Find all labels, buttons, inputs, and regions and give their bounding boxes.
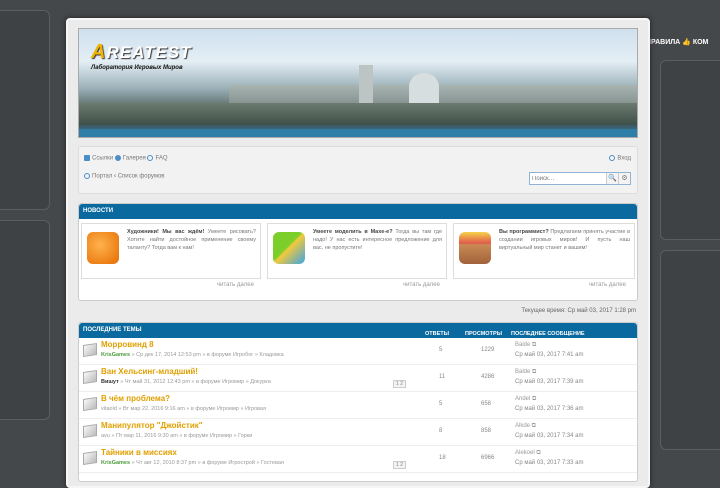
- topic-meta: KrisGames » Чт авг 12, 2010 8:37 pm » в …: [101, 460, 284, 466]
- views-count: 4286: [481, 374, 495, 380]
- rules-link[interactable]: ПРАВИЛА: [646, 39, 680, 46]
- news-title: НОВОСТИ: [79, 204, 637, 219]
- views-count: 858: [481, 428, 492, 434]
- topic-icon: [83, 343, 97, 357]
- login-icon: [609, 155, 616, 161]
- topic-row: В чём проблема? vitaold » Вт мар 22, 201…: [79, 392, 637, 419]
- topic-title[interactable]: В чём проблема?: [101, 394, 170, 403]
- topic-title[interactable]: Ван Хельсинг-младший!: [101, 367, 198, 376]
- last-post-user[interactable]: Alekoel ⧉: [515, 450, 541, 457]
- topic-meta: Вишут » Чт май 31, 2012 12:43 pm » в фор…: [101, 379, 271, 385]
- news-item: Художники! Мы вас ждём! Умеете рисовать?…: [81, 223, 261, 279]
- topic-pagination[interactable]: 1 2: [393, 380, 406, 388]
- topic-row: Тайники в миссиях KrisGames » Чт авг 12,…: [79, 446, 637, 473]
- thumbs-up-icon: 👍: [682, 39, 691, 46]
- news-item: Умеете моделить в Maxe-е? Тогда вы там г…: [267, 223, 447, 279]
- replies-count: 11: [439, 374, 446, 380]
- last-post-date: Ср май 03, 2017 7:36 am: [515, 406, 584, 412]
- topic-title[interactable]: Манипулятор "Джойстик": [101, 421, 203, 430]
- nav-links[interactable]: Ссылки: [92, 156, 113, 162]
- views-count: 1229: [481, 347, 495, 353]
- replies-count: 18: [439, 455, 446, 461]
- topic-row: Ван Хельсинг-младший! Вишут » Чт май 31,…: [79, 365, 637, 392]
- topic-author[interactable]: KrisGames: [101, 460, 130, 466]
- navbar: Ссылки Галерея FAQ Вход Портал ‹ Список …: [78, 146, 638, 194]
- replies-count: 5: [439, 401, 443, 407]
- views-count: 6966: [481, 455, 495, 461]
- site-logo[interactable]: AREATEST: [91, 41, 192, 64]
- gallery-icon: [114, 155, 121, 161]
- advanced-search-gear-icon[interactable]: ⚙: [618, 173, 630, 184]
- search-box: 🔍 ⚙: [529, 172, 631, 185]
- topic-author[interactable]: KrisGames: [101, 352, 130, 358]
- topic-title[interactable]: Морровинд 8: [101, 340, 154, 349]
- last-post-user[interactable]: Alkde ⧉: [515, 423, 536, 430]
- last-post-date: Ср май 03, 2017 7:39 am: [515, 379, 584, 385]
- topic-meta: KrisGames » Ср дек 17, 2014 12:53 pm » в…: [101, 352, 284, 358]
- topic-row: Манипулятор "Джойстик" avu » Пт мар 11, …: [79, 419, 637, 446]
- nav-gallery[interactable]: Галерея: [123, 156, 146, 162]
- cubes-icon: [273, 232, 305, 264]
- last-post-date: Ср май 03, 2017 7:41 am: [515, 352, 584, 358]
- views-count: 658: [481, 401, 492, 407]
- forum-page: AREATEST Лаборатория Игровых Миров Ссылк…: [66, 18, 650, 488]
- current-time: Текущее время: Ср май 03, 2017 1:28 pm: [521, 308, 636, 314]
- topic-icon: [83, 370, 97, 384]
- last-post-date: Ср май 03, 2017 7:34 am: [515, 433, 584, 439]
- last-post-user[interactable]: Balde ⧉: [515, 342, 536, 349]
- read-more-link[interactable]: читать далее: [589, 282, 626, 288]
- read-more-link[interactable]: читать далее: [403, 282, 440, 288]
- topic-pagination[interactable]: 1 2: [393, 461, 406, 469]
- topic-icon: [83, 397, 97, 411]
- links-icon: [84, 155, 90, 161]
- breadcrumb-forum-list[interactable]: Список форумов: [118, 174, 165, 180]
- news-item: Вы программист? Предлагаем принять участ…: [453, 223, 635, 279]
- site-header-banner[interactable]: AREATEST Лаборатория Игровых Миров: [78, 28, 638, 138]
- replies-count: 8: [439, 428, 443, 434]
- login-link[interactable]: Вход: [617, 156, 631, 162]
- search-icon[interactable]: 🔍: [606, 173, 618, 184]
- gift-box-icon: [459, 232, 491, 264]
- search-input[interactable]: [530, 173, 606, 184]
- home-icon: [84, 173, 90, 179]
- last-post-date: Ср май 03, 2017 7:33 am: [515, 460, 584, 466]
- menu-link-next[interactable]: КОМ: [693, 39, 709, 46]
- topic-meta: avu » Пт мар 11, 2016 9:30 am » в форуме…: [101, 433, 253, 439]
- artist-palette-icon: [87, 232, 119, 264]
- replies-count: 5: [439, 347, 443, 353]
- topic-title[interactable]: Тайники в миссиях: [101, 448, 177, 457]
- top-menu: ПРАВИЛА 👍 КОМ: [646, 38, 708, 46]
- topic-meta: vitaold » Вт мар 22, 2016 9:16 am » в фо…: [101, 406, 267, 412]
- topic-row: Морровинд 8 KrisGames » Ср дек 17, 2014 …: [79, 338, 637, 365]
- topic-icon: [83, 424, 97, 438]
- last-post-user[interactable]: Balde ⧉: [515, 369, 536, 376]
- faq-icon: [147, 155, 154, 161]
- read-more-link[interactable]: читать далее: [217, 282, 254, 288]
- news-block: НОВОСТИ Художники! Мы вас ждём! Умеете р…: [78, 203, 638, 301]
- topic-author[interactable]: Вишут: [101, 379, 119, 385]
- breadcrumb-separator: ‹: [114, 173, 117, 180]
- topic-icon: [83, 451, 97, 465]
- breadcrumb-portal[interactable]: Портал: [92, 174, 112, 180]
- topics-header: ПОСЛЕДНИЕ ТЕМЫ ОТВЕТЫ ПРОСМОТРЫ ПОСЛЕДНЕ…: [79, 323, 637, 338]
- last-post-user[interactable]: Andel ⧉: [515, 396, 536, 403]
- site-tagline: Лаборатория Игровых Миров: [91, 65, 183, 71]
- nav-faq[interactable]: FAQ: [155, 156, 167, 162]
- recent-topics: ПОСЛЕДНИЕ ТЕМЫ ОТВЕТЫ ПРОСМОТРЫ ПОСЛЕДНЕ…: [78, 322, 638, 482]
- breadcrumb: Портал ‹ Список форумов: [84, 173, 164, 180]
